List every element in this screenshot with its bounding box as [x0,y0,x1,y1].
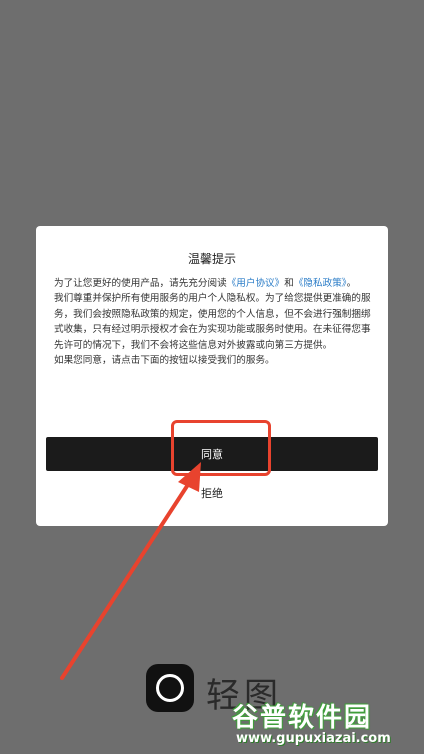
app-logo-icon [146,664,194,712]
watermark-main: 谷普软件园 [232,703,373,733]
intro-conjunction: 和 [284,278,294,289]
intro-period: 。 [346,278,357,289]
watermark: 谷普软件园 www.gupuxiazai.com [232,697,422,753]
user-agreement-link[interactable]: 《用户协议》 [227,278,285,289]
dialog-body: 为了让您更好的使用产品，请先充分阅读《用户协议》和《隐私政策》。 我们尊重并保护… [54,276,374,368]
consent-paragraph: 如果您同意，请点击下面的按钮以接受我们的服务。 [54,355,275,367]
intro-text: 为了让您更好的使用产品，请先充分阅读 [54,278,227,289]
dialog-title: 温馨提示 [187,252,236,266]
logo-ring [156,674,184,702]
privacy-policy-link[interactable]: 《隐私政策》 [294,278,347,289]
privacy-paragraph: 我们尊重并保护所有使用服务的用户个人隐私权。为了给您提供更准确的服务，我们会按照… [54,293,371,351]
privacy-dialog: 温馨提示 为了让您更好的使用产品，请先充分阅读《用户协议》和《隐私政策》。 我们… [36,226,388,526]
intro-paragraph: 为了让您更好的使用产品，请先充分阅读《用户协议》和《隐私政策》。 [54,276,374,291]
highlight-box [171,420,271,476]
reject-button[interactable]: 拒绝 [36,485,388,501]
watermark-url: www.gupuxiazai.com [236,731,391,746]
